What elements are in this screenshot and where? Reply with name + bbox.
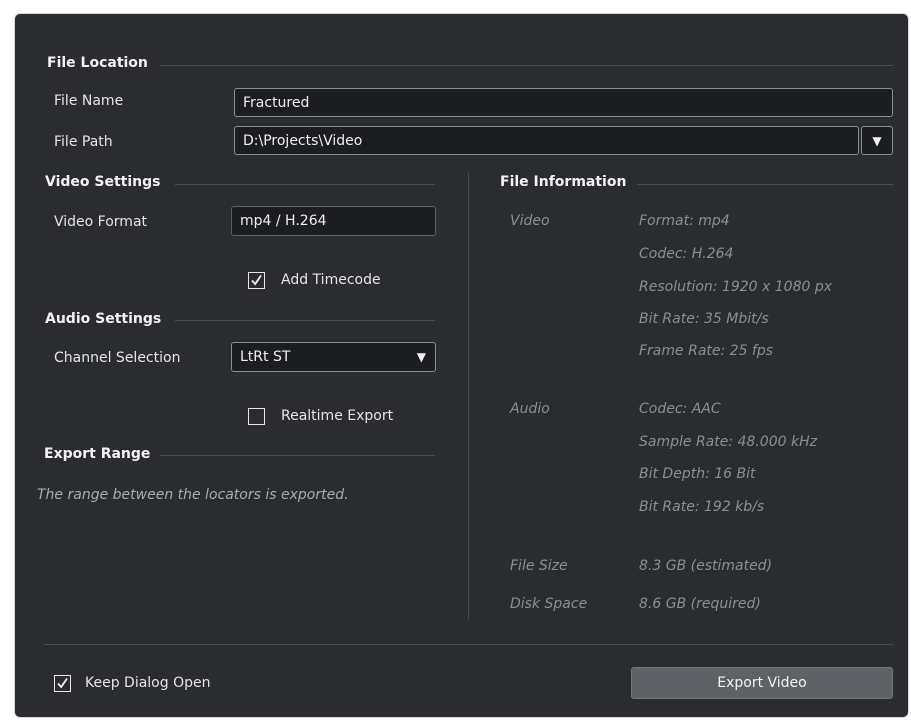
column-separator: [468, 172, 469, 620]
triangle-down-icon: ▼: [872, 133, 882, 148]
info-disk-space-value: 8.6 GB (required): [639, 596, 761, 612]
file-path-dropdown-button[interactable]: ▼: [861, 126, 893, 155]
add-timecode-checkbox[interactable]: [248, 272, 265, 289]
checkmark-icon: [57, 677, 68, 689]
channel-selection-dropdown[interactable]: LtRt ST ▼: [231, 342, 436, 372]
info-video-label: Video: [510, 213, 550, 229]
info-audio-samplerate: Sample Rate: 48.000 kHz: [639, 434, 817, 450]
channel-selection-value: LtRt ST: [240, 349, 291, 365]
export-range-note: The range between the locators is export…: [37, 487, 349, 503]
section-heading-video-settings: Video Settings: [45, 174, 161, 190]
video-format-field[interactable]: mp4 / H.264: [231, 206, 436, 236]
add-timecode-label: Add Timecode: [281, 272, 381, 288]
file-path-input[interactable]: D:\Projects\Video: [234, 126, 859, 155]
section-heading-audio-settings: Audio Settings: [45, 311, 162, 327]
section-heading-export-range: Export Range: [44, 446, 151, 462]
info-video-bitrate: Bit Rate: 35 Mbit/s: [639, 311, 769, 327]
info-video-format: Format: mp4: [639, 213, 730, 229]
channel-selection-label: Channel Selection: [54, 350, 181, 366]
info-video-framerate: Frame Rate: 25 fps: [639, 343, 774, 359]
footer-divider: [44, 644, 893, 645]
divider: [175, 320, 435, 321]
info-audio-codec: Codec: AAC: [639, 401, 721, 417]
section-heading-file-information: File Information: [500, 174, 627, 190]
video-format-label: Video Format: [54, 214, 148, 230]
keep-dialog-open-label: Keep Dialog Open: [85, 675, 211, 691]
file-name-input[interactable]: Fractured: [234, 88, 893, 117]
divider: [175, 184, 435, 185]
export-video-dialog: File Location File Name Fractured File P…: [14, 13, 909, 718]
info-video-resolution: Resolution: 1920 x 1080 px: [639, 279, 833, 295]
export-video-button[interactable]: Export Video: [631, 667, 893, 699]
info-file-size-label: File Size: [510, 558, 568, 574]
info-disk-space-label: Disk Space: [510, 596, 588, 612]
keep-dialog-open-checkbox[interactable]: [54, 675, 71, 692]
info-file-size-value: 8.3 GB (estimated): [639, 558, 773, 574]
triangle-down-icon: ▼: [416, 350, 426, 364]
realtime-export-label: Realtime Export: [281, 408, 394, 424]
divider: [637, 184, 893, 185]
info-video-codec: Codec: H.264: [639, 246, 734, 262]
info-audio-bitdepth: Bit Depth: 16 Bit: [639, 466, 756, 482]
divider: [160, 65, 893, 66]
checkmark-icon: [251, 274, 262, 286]
section-heading-file-location: File Location: [47, 55, 148, 71]
info-audio-bitrate: Bit Rate: 192 kb/s: [639, 499, 765, 515]
file-path-label: File Path: [54, 134, 113, 150]
realtime-export-checkbox[interactable]: [248, 408, 265, 425]
file-name-label: File Name: [54, 93, 124, 109]
info-audio-label: Audio: [510, 401, 550, 417]
divider: [160, 455, 435, 456]
